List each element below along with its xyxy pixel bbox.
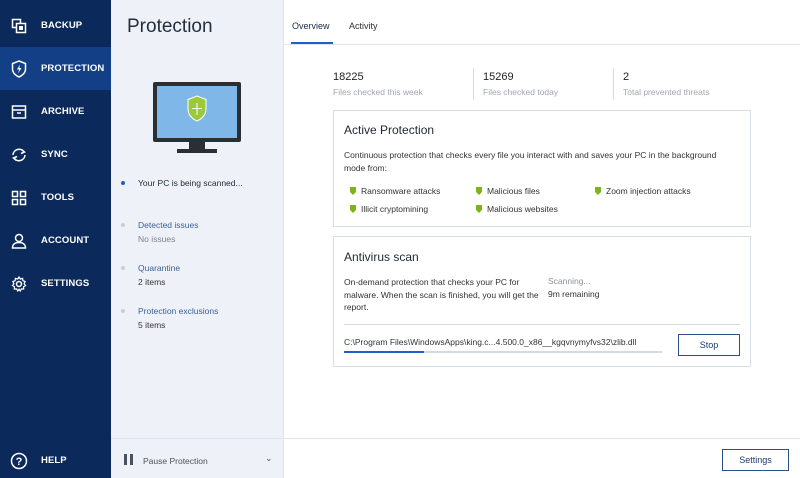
status-dot	[121, 266, 125, 270]
scan-status-text: Your PC is being scanned...	[138, 178, 243, 188]
feature-label: Malicious websites	[487, 204, 558, 214]
protection-panel: Protection Your PC is being scanned... D…	[111, 0, 284, 478]
nav-label-sync: SYNC	[41, 149, 68, 160]
antivirus-scan-card: Antivirus scan On-demand protection that…	[333, 236, 751, 367]
pause-protection-button[interactable]: Pause Protection ⌄	[111, 438, 283, 478]
pause-protection-label: Pause Protection	[143, 456, 208, 466]
tab-bar: Overview Activity	[284, 0, 800, 45]
quarantine-title: Quarantine	[138, 263, 181, 273]
shield-icon	[10, 59, 28, 78]
antivirus-scan-description: On-demand protection that checks your PC…	[344, 277, 539, 312]
monitor-illustration	[153, 82, 241, 155]
detected-issues-title: Detected issues	[138, 220, 199, 230]
sync-icon	[10, 146, 28, 164]
tools-icon	[10, 189, 28, 207]
exclusions-title: Protection exclusions	[138, 306, 219, 316]
antivirus-scan-title: Antivirus scan	[344, 250, 419, 264]
settings-button[interactable]: Settings	[722, 449, 789, 471]
nav-label-help: HELP	[41, 455, 67, 466]
nav-label-tools: TOOLS	[41, 192, 75, 203]
gear-icon	[10, 275, 28, 293]
nav-item-tools[interactable]: TOOLS	[0, 176, 111, 219]
pause-icon	[124, 454, 133, 465]
help-icon: ?	[10, 452, 28, 470]
feature-label: Illicit cryptomining	[361, 204, 429, 214]
feature-shield-icon	[350, 187, 356, 195]
tab-overview[interactable]: Overview	[292, 21, 330, 31]
nav-item-sync[interactable]: SYNC	[0, 133, 111, 176]
nav-label-settings: SETTINGS	[41, 278, 90, 289]
nav-label-archive: ARCHIVE	[41, 106, 85, 117]
stat-today: 15269 Files checked today	[483, 71, 558, 97]
feature-shield-icon	[350, 205, 356, 213]
active-tab-indicator	[291, 42, 333, 44]
stat-threats-label: Total prevented threats	[623, 87, 710, 97]
nav-item-archive[interactable]: ARCHIVE	[0, 90, 111, 133]
feature-malicious-files: Malicious files	[476, 186, 540, 196]
main-nav: BACKUP PROTECTION ARCHIVE SYNC TOOLS ACC…	[0, 0, 111, 478]
tab-activity[interactable]: Activity	[349, 21, 378, 31]
nav-item-backup[interactable]: BACKUP	[0, 4, 111, 47]
main-content: Overview Activity 18225 Files checked th…	[284, 0, 800, 478]
stat-week-label: Files checked this week	[333, 87, 423, 97]
stat-threats-value: 2	[623, 71, 630, 83]
feature-label: Zoom injection attacks	[606, 186, 691, 196]
nav-label-backup: BACKUP	[41, 20, 83, 31]
stat-divider	[613, 68, 614, 100]
status-dot	[121, 181, 125, 185]
active-protection-title: Active Protection	[344, 123, 435, 137]
quarantine-value: 2 items	[138, 277, 166, 287]
scan-progress-bar	[344, 351, 662, 353]
svg-text:?: ?	[16, 456, 23, 468]
feature-ransomware: Ransomware attacks	[350, 186, 441, 196]
stat-today-label: Files checked today	[483, 87, 559, 97]
feature-shield-icon	[476, 205, 482, 213]
detected-issues-value: No issues	[138, 234, 176, 244]
feature-label: Malicious files	[487, 186, 540, 196]
nav-item-help[interactable]: ? HELP	[0, 439, 111, 478]
scan-status-text: Scanning...	[548, 276, 591, 286]
stat-week-value: 18225	[333, 71, 364, 83]
stat-divider	[473, 68, 474, 100]
stop-scan-button[interactable]: Stop	[678, 334, 740, 356]
status-dot	[121, 309, 125, 313]
feature-cryptomining: Illicit cryptomining	[350, 204, 429, 214]
feature-shield-icon	[476, 187, 482, 195]
page-title: Protection	[127, 16, 213, 37]
card-divider	[344, 324, 740, 325]
feature-malicious-websites: Malicious websites	[476, 204, 558, 214]
scan-progress-fill	[344, 351, 424, 353]
nav-label-protection: PROTECTION	[41, 63, 105, 74]
scan-remaining-text: 9m remaining	[548, 289, 600, 299]
nav-item-settings[interactable]: SETTINGS	[0, 262, 111, 305]
chevron-down-icon: ⌄	[265, 453, 273, 463]
status-dot	[121, 223, 125, 227]
exclusions-value: 5 items	[138, 320, 166, 330]
archive-icon	[10, 103, 28, 121]
account-icon	[10, 232, 28, 250]
feature-zoom-injection: Zoom injection attacks	[595, 186, 691, 196]
feature-label: Ransomware attacks	[361, 186, 441, 196]
active-protection-card: Active Protection Continuous protection …	[333, 110, 751, 227]
nav-item-account[interactable]: ACCOUNT	[0, 219, 111, 262]
active-protection-description: Continuous protection that checks every …	[344, 150, 717, 173]
main-footer: Settings	[284, 438, 800, 478]
stat-threats: 2 Total prevented threats	[623, 71, 709, 97]
nav-label-account: ACCOUNT	[41, 235, 90, 246]
nav-item-protection[interactable]: PROTECTION	[0, 47, 111, 90]
backup-icon	[10, 17, 28, 35]
stat-today-value: 15269	[483, 71, 514, 83]
feature-shield-icon	[595, 187, 601, 195]
stat-week: 18225 Files checked this week	[333, 71, 423, 97]
scan-current-file: C:\Program Files\WindowsApps\king.c...4.…	[344, 337, 637, 347]
